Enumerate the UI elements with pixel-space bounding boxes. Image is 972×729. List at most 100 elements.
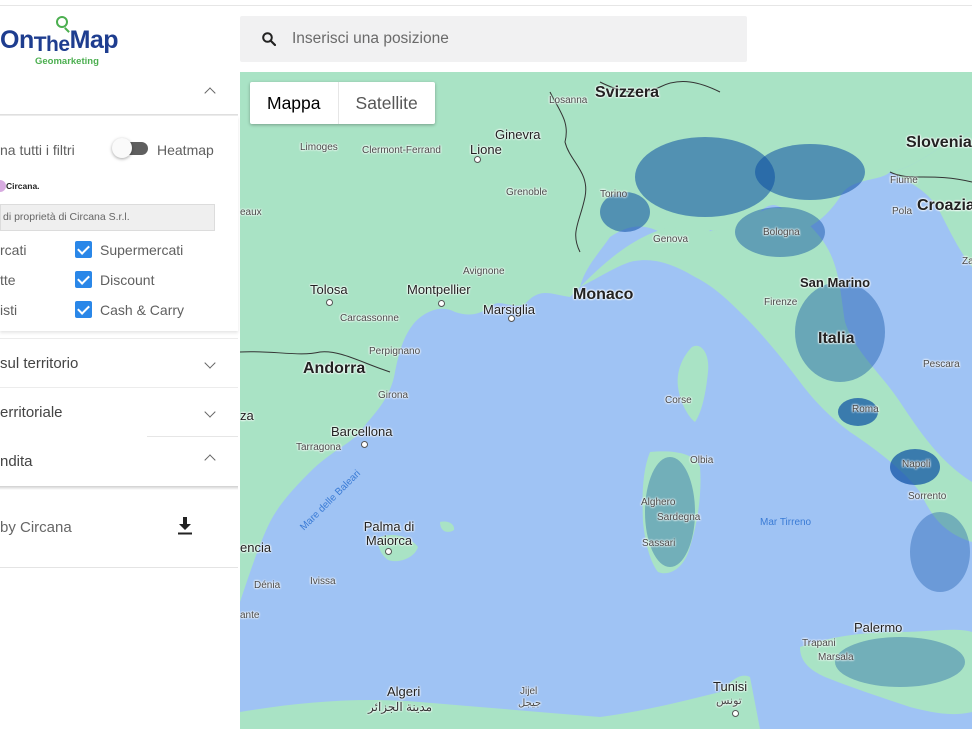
map-label-city: Tolosa: [310, 282, 348, 297]
map-label-city: Barcellona: [331, 424, 393, 439]
map-label-town: Tarragona: [296, 442, 342, 453]
map-label-town: Marsala: [818, 652, 854, 663]
chevron-up-icon: [205, 453, 215, 463]
checkbox-label-discount[interactable]: Discount: [100, 272, 154, 288]
map-label-town: Sorrento: [908, 491, 947, 502]
toggle-thumb: [112, 138, 132, 158]
accordion-label: ndita: [0, 453, 33, 470]
filter-left-3[interactable]: isti: [0, 302, 17, 318]
top-bar: [0, 0, 972, 6]
map-label-town: ante: [240, 610, 260, 621]
map-label-country: Italia: [818, 330, 855, 347]
chevron-down-icon: [205, 408, 215, 418]
map-label-town: Zar: [962, 256, 972, 267]
filter-left-1[interactable]: rcati: [0, 242, 26, 258]
map-label-city: Genova: [653, 234, 689, 245]
map-label-town: Corse: [665, 395, 692, 406]
logo-wordmark: OnTheMap: [0, 26, 119, 56]
map-label-town: Jijel: [520, 686, 538, 697]
map-label-town: Avignone: [463, 266, 505, 277]
city-marker: [326, 299, 333, 306]
map-label-arabic: تونس: [716, 695, 742, 707]
map-label-town: Losanna: [549, 95, 588, 106]
map-label-city: Bologna: [763, 227, 800, 238]
accordion-territorio[interactable]: sul territorio: [0, 338, 238, 387]
map-label-town: Ivissa: [310, 576, 336, 587]
map-type-switcher: Mappa Satellite: [250, 82, 435, 124]
location-search-input[interactable]: [292, 16, 732, 62]
city-marker: [438, 300, 445, 307]
map-label-sea: Mar Tirreno: [760, 517, 812, 528]
map-label-city: Lione: [470, 142, 502, 157]
land-north-africa: [240, 675, 760, 729]
map-label-city: Ginevra: [495, 127, 541, 142]
map-label-city: Napoli: [902, 459, 931, 470]
map-label-country: Croazia: [917, 197, 972, 214]
magnifier-icon: [56, 16, 68, 28]
location-search-bar: [240, 16, 747, 62]
map-label-town: za: [240, 408, 254, 423]
map-label-country: Monaco: [573, 286, 634, 303]
map-label-town: Fiume: [890, 175, 918, 186]
city-marker: [474, 156, 481, 163]
map-label-country: San Marino: [800, 275, 871, 290]
filter-left-2[interactable]: tte: [0, 272, 16, 288]
map-label-city: Palma di Maiorca: [363, 519, 415, 548]
city-marker: [361, 441, 368, 448]
map-label-town: encia: [240, 540, 272, 555]
chevron-up-icon[interactable]: [205, 86, 215, 96]
map-label-city: Roma: [852, 404, 879, 415]
map-label-country: Slovenia: [906, 134, 972, 151]
city-marker: [732, 710, 739, 717]
circana-logo-text: Circana.: [6, 181, 40, 191]
map-label-town: Limoges: [300, 142, 338, 153]
land-minorca: [440, 521, 455, 532]
checkbox-label-supermercati[interactable]: Supermercati: [100, 242, 183, 258]
map-label-town: Pescara: [923, 359, 960, 370]
accordion-vendita[interactable]: ndita: [0, 437, 238, 486]
map-label-city: Firenze: [764, 297, 798, 308]
map-label-city: Palermo: [854, 620, 903, 635]
map-label-town: Grenoble: [506, 187, 548, 198]
accordion-label: sul territorio: [0, 355, 79, 372]
map-label-country: Svizzera: [595, 84, 660, 101]
heatmap-label: Heatmap: [157, 142, 214, 158]
app-logo[interactable]: OnTheMap Geomarketing: [0, 14, 140, 68]
checkbox-cash-carry[interactable]: [75, 301, 92, 318]
search-icon[interactable]: [262, 32, 276, 46]
map-label-town: Girona: [378, 390, 409, 401]
map-label-city: Montpellier: [407, 282, 471, 297]
checkbox-label-cash-carry[interactable]: Cash & Carry: [100, 302, 184, 318]
map-type-satellite-button[interactable]: Satellite: [339, 82, 435, 124]
heatmap-toggle[interactable]: [112, 138, 150, 158]
filters-panel-header[interactable]: [0, 66, 238, 116]
map-label-country: Andorra: [303, 360, 366, 377]
checkbox-discount[interactable]: [75, 271, 92, 288]
map-label-town: Sardegna: [657, 512, 701, 523]
city-marker: [385, 548, 392, 555]
land-corsica: [677, 345, 709, 422]
accordion-territoriale[interactable]: erritoriale: [0, 387, 238, 436]
map-label-town: Trapani: [802, 638, 836, 649]
map-label-town: eaux: [240, 207, 262, 218]
map-label-town: Carcassonne: [340, 313, 399, 324]
map-label-city: Torino: [600, 189, 628, 200]
download-row: by Circana: [0, 490, 238, 568]
map-canvas[interactable]: Mappa Satellite Svizzera Slovenia Croazi…: [240, 72, 972, 729]
map-label-town: Olbia: [690, 455, 714, 466]
map-label-town: Alghero: [641, 497, 676, 508]
select-all-filters-label[interactable]: na tutti i filtri: [0, 142, 75, 158]
map-label-town: Perpignano: [369, 346, 421, 357]
chevron-down-icon: [205, 359, 215, 369]
download-label: by Circana: [0, 519, 72, 536]
city-marker: [508, 315, 515, 322]
download-icon[interactable]: [178, 517, 192, 535]
map-label-city: Tunisi: [713, 679, 748, 694]
checkbox-supermercati[interactable]: [75, 241, 92, 258]
map-label-town: Pola: [892, 206, 913, 217]
map-label-town: Sassari: [642, 538, 676, 549]
map-label-town: Dénia: [254, 580, 281, 591]
map-label-city: Algeri: [387, 684, 421, 699]
map-type-mappa-button[interactable]: Mappa: [250, 82, 339, 124]
copyright-notice: di proprietà di Circana S.r.l.: [0, 204, 215, 231]
